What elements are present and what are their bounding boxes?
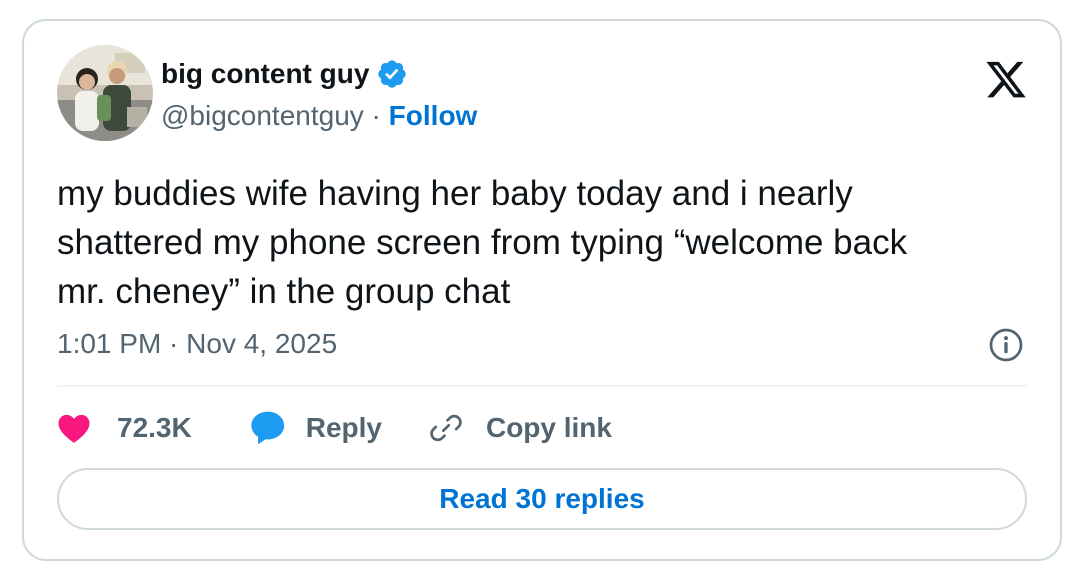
tweet-timestamp[interactable]: 1:01 PM · Nov 4, 2025 [57, 327, 337, 361]
handle-separator: · [363, 100, 389, 131]
link-icon [430, 414, 462, 442]
x-logo-icon[interactable] [984, 61, 1028, 101]
read-replies-button[interactable]: Read 30 replies [57, 468, 1027, 530]
display-name[interactable]: big content guy [161, 57, 369, 91]
divider [57, 385, 1027, 387]
author-handle[interactable]: @bigcontentguy [161, 100, 364, 131]
handle-row: @bigcontentguy · Follow [161, 99, 477, 133]
reply-button[interactable]: Reply [248, 410, 382, 446]
info-icon[interactable] [988, 327, 1024, 363]
verified-badge-icon [376, 58, 408, 90]
tweet-text-line: shattered my phone screen from typing “w… [57, 223, 908, 262]
follow-button[interactable]: Follow [389, 100, 478, 131]
author-name-row: big content guy [161, 57, 408, 91]
tweet-text-line: mr. cheney” in the group chat [57, 272, 511, 311]
avatar[interactable] [57, 45, 153, 141]
tweet-card: big content guy @bigcontentguy · Follow … [22, 19, 1062, 561]
copy-link-button[interactable]: Copy link [428, 410, 612, 446]
tweet-text-line: my buddies wife having her baby today an… [57, 174, 853, 213]
like-button[interactable]: 72.3K [57, 412, 192, 444]
copy-link-label: Copy link [485, 412, 612, 443]
speech-bubble-icon [251, 411, 284, 445]
like-count: 72.3K [117, 412, 192, 443]
heart-icon [58, 414, 90, 443]
tweet-text: my buddies wife having her baby today an… [57, 169, 1037, 316]
avatar-photo-icon [57, 45, 153, 141]
reply-label: Reply [305, 412, 382, 443]
action-bar: 72.3K Reply Copy link [57, 406, 612, 450]
